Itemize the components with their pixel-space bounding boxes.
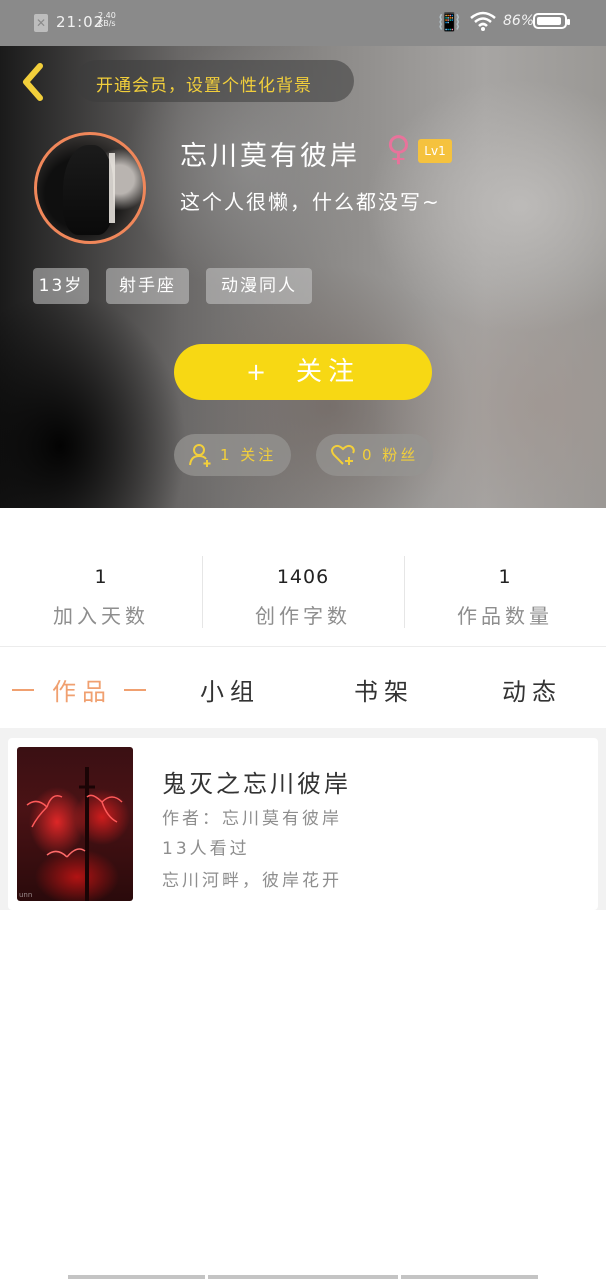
tab-bookshelf[interactable]: 书架 [354,672,414,707]
status-time: 21:02 [56,13,105,31]
book-author: 作者：忘川莫有彼岸 [162,809,342,829]
heart-plus-icon [331,444,355,465]
user-signature: 这个人很懒，什么都没写~ [180,190,441,214]
plus-icon: + [245,358,273,386]
tab-works[interactable]: 作品 [52,672,112,707]
follow-button-label: 关注 [296,357,361,387]
vip-banner[interactable]: 开通会员，设置个性化背景 [76,60,354,102]
wifi-icon [470,11,496,31]
tab-groups[interactable]: 小组 [200,672,260,707]
follow-button[interactable]: + 关注 [174,344,432,400]
profile-tabs: 作品 小组 书架 动态 [0,648,606,728]
spider-lily-illustration [26,767,123,901]
vip-banner-text: 开通会员，设置个性化背景 [96,76,312,96]
stat-label: 作品数量 [457,604,553,628]
cover-watermark: unn [19,891,33,899]
fans-count: 0 粉丝 [362,446,419,464]
gesture-bar[interactable] [68,1275,205,1279]
status-bar: ✕ 21:02 2.40 KB/s 📳 86% [0,0,606,46]
network-speed: 2.40 KB/s [98,12,116,28]
profile-header: 开通会员，设置个性化背景 忘川莫有彼岸 ♀ Lv1 这个人很懒，什么都没写~ 1… [0,46,606,508]
book-views: 13人看过 [162,839,250,859]
following-count-button[interactable]: 1 关注 [174,434,291,476]
stat-word-count: 1406 创作字数 [202,552,404,632]
stat-value: 1 [94,566,108,588]
gesture-bar[interactable] [401,1275,538,1279]
no-sim-icon: ✕ [34,14,48,32]
book-cover[interactable]: unn [17,747,133,901]
tag-zodiac: 射手座 [106,268,189,304]
fans-count-button[interactable]: 0 粉丝 [316,434,433,476]
stat-label: 创作字数 [255,604,351,628]
tab-activity[interactable]: 动态 [502,672,562,707]
tag-category: 动漫同人 [206,268,312,304]
stats-row: 1 加入天数 1406 创作字数 1 作品数量 [0,552,606,632]
stat-work-count: 1 作品数量 [404,552,606,632]
stat-value: 1406 [276,566,330,588]
user-plus-icon [189,444,211,467]
stat-label: 加入天数 [53,604,149,628]
battery-icon [533,13,570,29]
user-name: 忘川莫有彼岸 [180,141,360,172]
book-description: 忘川河畔，彼岸花开 [162,871,342,891]
battery-fill [537,17,561,25]
battery-percent: 86% [503,13,535,29]
avatar-figure [63,145,113,235]
network-speed-unit: KB/s [98,19,116,28]
avatar[interactable] [34,132,146,244]
stat-join-days: 1 加入天数 [0,552,202,632]
chevron-left-icon[interactable] [18,62,48,102]
divider [0,646,606,647]
active-tab-indicator [12,689,34,691]
vibrate-icon: 📳 [438,12,461,33]
tag-age: 13岁 [33,268,89,304]
book-title[interactable]: 鬼灭之忘川彼岸 [162,764,351,799]
female-icon: ♀ [386,129,411,169]
gesture-bar[interactable] [208,1275,398,1279]
level-badge: Lv1 [418,139,452,163]
active-tab-indicator [124,689,146,691]
stat-value: 1 [498,566,512,588]
avatar-window-light [109,153,115,223]
following-count: 1 关注 [220,446,277,464]
